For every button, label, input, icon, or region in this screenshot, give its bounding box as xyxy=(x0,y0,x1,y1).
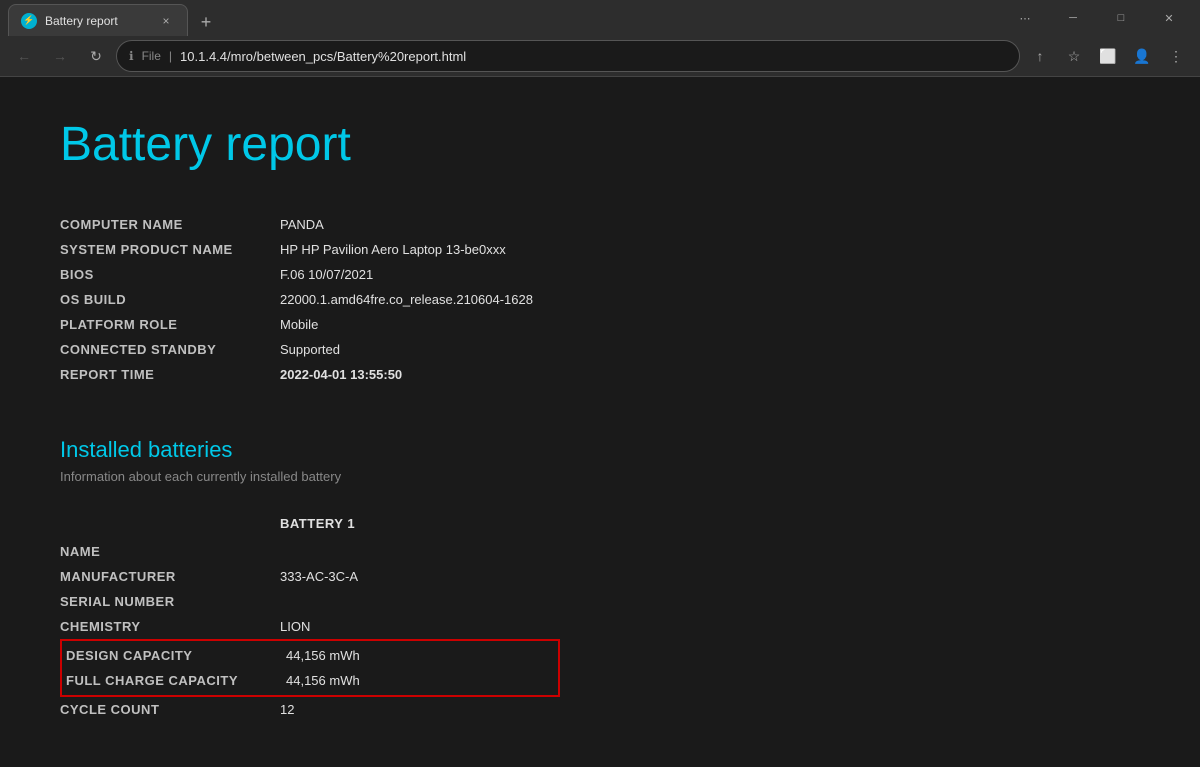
value-computer-name: PANDA xyxy=(280,217,324,232)
value-connected-standby: Supported xyxy=(280,342,340,357)
value-platform-role: Mobile xyxy=(280,317,318,332)
battery-value-serial xyxy=(280,594,560,609)
info-row-report-time: REPORT TIME 2022-04-01 13:55:50 xyxy=(60,362,1140,387)
battery-label-cycle-count: CYCLE COUNT xyxy=(60,702,280,717)
title-bar: ⚡ Battery report × + ⋯ ─ □ ✕ xyxy=(0,0,1200,36)
battery-row-full-charge-capacity: FULL CHARGE CAPACITY 44,156 mWh xyxy=(62,668,558,693)
value-report-time: 2022-04-01 13:55:50 xyxy=(280,367,402,382)
battery-row-serial: SERIAL NUMBER xyxy=(60,589,560,614)
info-row-connected-standby: CONNECTED STANDBY Supported xyxy=(60,337,1140,362)
reload-button[interactable]: ↻ xyxy=(80,40,112,72)
info-row-platform-role: PLATFORM ROLE Mobile xyxy=(60,312,1140,337)
address-url: 10.1.4.4/mro/between_pcs/Battery%20repor… xyxy=(180,49,1007,64)
battery-value-manufacturer: 333-AC-3C-A xyxy=(280,569,560,584)
battery-row-chemistry: CHEMISTRY LION xyxy=(60,614,560,639)
address-bar[interactable]: ℹ File | 10.1.4.4/mro/between_pcs/Batter… xyxy=(116,40,1020,72)
installed-batteries-section: Installed batteries Information about ea… xyxy=(60,437,1140,722)
battery-row-manufacturer: MANUFACTURER 333-AC-3C-A xyxy=(60,564,560,589)
minimize-button[interactable]: ─ xyxy=(1050,0,1096,36)
browser-more-button[interactable]: ⋮ xyxy=(1160,40,1192,72)
label-computer-name: COMPUTER NAME xyxy=(60,217,280,232)
browser-chrome: ⚡ Battery report × + ⋯ ─ □ ✕ ← → ↻ ℹ Fil… xyxy=(0,0,1200,77)
battery-value-full-charge-capacity: 44,156 mWh xyxy=(286,673,554,688)
label-report-time: REPORT TIME xyxy=(60,367,280,382)
battery-label-full-charge-capacity: FULL CHARGE CAPACITY xyxy=(66,673,286,688)
battery-table: BATTERY 1 NAME MANUFACTURER 333-AC-3C-A … xyxy=(60,508,560,722)
new-tab-button[interactable]: + xyxy=(192,8,220,36)
label-bios: BIOS xyxy=(60,267,280,282)
battery-row-design-capacity: DESIGN CAPACITY 44,156 mWh xyxy=(62,643,558,668)
favicon-icon: ⚡ xyxy=(23,15,34,26)
info-row-computer-name: COMPUTER NAME PANDA xyxy=(60,212,1140,237)
address-separator: | xyxy=(169,49,172,63)
highlighted-capacity-rows: DESIGN CAPACITY 44,156 mWh FULL CHARGE C… xyxy=(60,639,560,697)
tab-title: Battery report xyxy=(45,14,149,28)
label-product-name: SYSTEM PRODUCT NAME xyxy=(60,242,280,257)
battery-table-header: BATTERY 1 xyxy=(60,508,560,539)
battery-row-name: NAME xyxy=(60,539,560,564)
address-info-icon: ℹ xyxy=(129,49,134,63)
battery-label-manufacturer: MANUFACTURER xyxy=(60,569,280,584)
maximize-button[interactable]: □ xyxy=(1098,0,1144,36)
section-subtitle-batteries: Information about each currently install… xyxy=(60,469,1140,484)
value-product-name: HP HP Pavilion Aero Laptop 13-be0xxx xyxy=(280,242,506,257)
value-bios: F.06 10/07/2021 xyxy=(280,267,373,282)
battery-value-cycle-count: 12 xyxy=(280,702,560,717)
battery-value-name xyxy=(280,544,560,559)
file-label: File xyxy=(142,49,161,63)
window-controls: ⋯ ─ □ ✕ xyxy=(1002,0,1192,36)
label-connected-standby: CONNECTED STANDBY xyxy=(60,342,280,357)
battery-label-serial: SERIAL NUMBER xyxy=(60,594,280,609)
info-row-os-build: OS BUILD 22000.1.amd64fre.co_release.210… xyxy=(60,287,1140,312)
battery-header-col1: BATTERY 1 xyxy=(280,516,560,531)
back-button[interactable]: ← xyxy=(8,40,40,72)
profile-button[interactable]: 👤 xyxy=(1126,40,1158,72)
battery-label-name: NAME xyxy=(60,544,280,559)
close-button[interactable]: ✕ xyxy=(1146,0,1192,36)
forward-button[interactable]: → xyxy=(44,40,76,72)
share-button[interactable]: ↑ xyxy=(1024,40,1056,72)
battery-label-design-capacity: DESIGN CAPACITY xyxy=(66,648,286,663)
split-view-button[interactable]: ⬜ xyxy=(1092,40,1124,72)
page-content: Battery report COMPUTER NAME PANDA SYSTE… xyxy=(0,77,1200,767)
more-options-button[interactable]: ⋯ xyxy=(1002,0,1048,36)
active-tab[interactable]: ⚡ Battery report × xyxy=(8,4,188,36)
battery-header-empty xyxy=(60,516,280,531)
battery-label-chemistry: CHEMISTRY xyxy=(60,619,280,634)
system-info-table: COMPUTER NAME PANDA SYSTEM PRODUCT NAME … xyxy=(60,212,1140,387)
info-row-product-name: SYSTEM PRODUCT NAME HP HP Pavilion Aero … xyxy=(60,237,1140,262)
value-os-build: 22000.1.amd64fre.co_release.210604-1628 xyxy=(280,292,533,307)
battery-value-design-capacity: 44,156 mWh xyxy=(286,648,554,663)
info-row-bios: BIOS F.06 10/07/2021 xyxy=(60,262,1140,287)
bookmark-button[interactable]: ☆ xyxy=(1058,40,1090,72)
tab-close-button[interactable]: × xyxy=(157,12,175,30)
section-title-batteries: Installed batteries xyxy=(60,437,1140,463)
label-platform-role: PLATFORM ROLE xyxy=(60,317,280,332)
label-os-build: OS BUILD xyxy=(60,292,280,307)
nav-actions: ↑ ☆ ⬜ 👤 ⋮ xyxy=(1024,40,1192,72)
tab-favicon: ⚡ xyxy=(21,13,37,29)
navigation-bar: ← → ↻ ℹ File | 10.1.4.4/mro/between_pcs/… xyxy=(0,36,1200,76)
battery-row-cycle-count: CYCLE COUNT 12 xyxy=(60,697,560,722)
battery-value-chemistry: LION xyxy=(280,619,560,634)
tabs-area: ⚡ Battery report × + xyxy=(8,0,1002,36)
page-title: Battery report xyxy=(60,117,1140,172)
